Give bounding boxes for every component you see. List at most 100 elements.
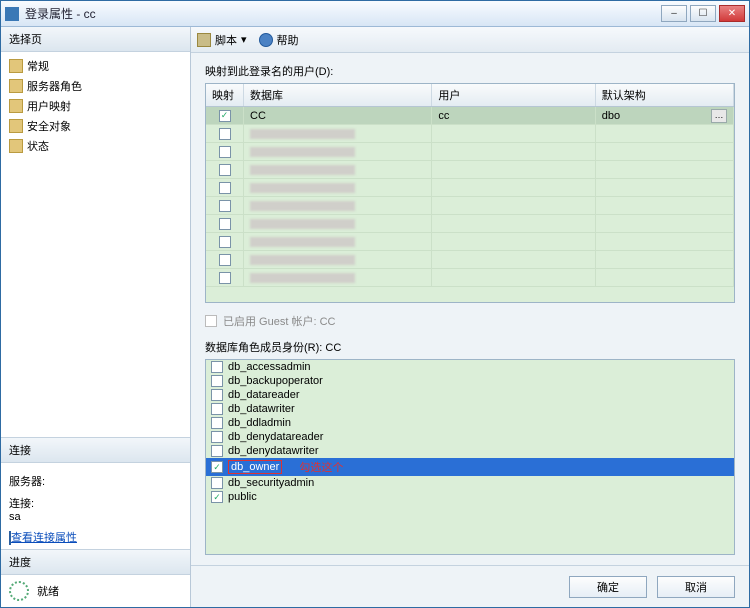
window-title: 登录属性 - cc [25,5,661,22]
role-name: db_denydatawriter [228,445,319,457]
help-button[interactable]: 帮助 [259,32,299,48]
map-checkbox[interactable]: ✓ [219,110,231,122]
map-checkbox[interactable] [219,200,231,212]
guest-row: 已启用 Guest 帐户: CC [205,313,735,329]
role-checkbox[interactable] [211,403,223,415]
sidebar-item-label: 安全对象 [27,118,71,134]
role-checkbox[interactable] [211,445,223,457]
cancel-button[interactable]: 取消 [657,576,735,598]
role-name: db_datareader [228,389,300,401]
conn-label: 连接: [9,495,182,511]
role-row[interactable]: db_ddladmin [206,416,734,430]
conn-value: sa [9,511,182,523]
sidebar-item[interactable]: 状态 [3,136,188,156]
footer: 确定 取消 [191,565,749,607]
page-icon [9,99,23,113]
role-row[interactable]: db_securityadmin [206,476,734,490]
map-checkbox[interactable] [219,218,231,230]
sidebar-item[interactable]: 常规 [3,56,188,76]
select-page-header: 选择页 [1,27,190,52]
map-checkbox[interactable] [219,146,231,158]
role-row[interactable]: db_accessadmin [206,360,734,374]
table-row[interactable] [206,233,734,251]
role-checkbox[interactable] [211,477,223,489]
role-row[interactable]: ✓db_owner勾选这个 [206,458,734,476]
main-panel: 脚本 ▾ 帮助 映射到此登录名的用户(D): 映射 数据库 用户 [191,27,749,607]
page-icon [9,79,23,93]
role-checkbox[interactable] [211,375,223,387]
col-schema[interactable]: 默认架构 [596,84,734,106]
sidebar-item-label: 服务器角色 [27,78,82,94]
toolbar: 脚本 ▾ 帮助 [191,27,749,53]
sidebar-item-label: 常规 [27,58,49,74]
server-label: 服务器: [9,473,182,489]
schema-browse-button[interactable]: … [711,109,727,123]
ok-button[interactable]: 确定 [569,576,647,598]
table-row[interactable] [206,143,734,161]
script-button[interactable]: 脚本 ▾ [197,32,247,48]
help-icon [259,33,273,47]
role-name: db_securityadmin [228,477,314,489]
page-icon [9,59,23,73]
sidebar-item[interactable]: 服务器角色 [3,76,188,96]
table-row[interactable] [206,215,734,233]
sidebar-item[interactable]: 用户映射 [3,96,188,116]
col-map[interactable]: 映射 [206,84,244,106]
sidebar-item-label: 状态 [27,138,49,154]
map-checkbox[interactable] [219,272,231,284]
map-checkbox[interactable] [219,128,231,140]
page-icon [9,139,23,153]
role-row[interactable]: db_datareader [206,388,734,402]
map-checkbox[interactable] [219,254,231,266]
view-conn-props-link[interactable]: 查看连接属性 [11,532,77,544]
role-checkbox[interactable] [211,417,223,429]
role-row[interactable]: db_backupoperator [206,374,734,388]
roles-list[interactable]: db_accessadmindb_backupoperator db_datare… [205,359,735,555]
col-user[interactable]: 用户 [432,84,595,106]
role-name: db_backupoperator [228,375,323,387]
progress-spinner-icon [9,581,29,601]
role-checkbox[interactable] [211,431,223,443]
role-checkbox[interactable]: ✓ [211,491,223,503]
mapping-label: 映射到此登录名的用户(D): [205,63,735,79]
map-checkbox[interactable] [219,182,231,194]
role-name: public [228,491,257,503]
role-name: db_datawriter [228,403,295,415]
progress-header: 进度 [1,550,190,575]
role-row[interactable]: db_denydatareader [206,430,734,444]
guest-checkbox [205,315,217,327]
mapping-grid[interactable]: 映射 数据库 用户 默认架构 ✓CCccdbo… [205,83,735,303]
map-checkbox[interactable] [219,236,231,248]
table-row[interactable] [206,179,734,197]
map-checkbox[interactable] [219,164,231,176]
role-name: db_ddladmin [228,417,291,429]
role-row[interactable]: db_denydatawriter [206,444,734,458]
table-row[interactable] [206,251,734,269]
guest-label: 已启用 Guest 帐户: CC [223,313,335,329]
table-row[interactable] [206,269,734,287]
close-button[interactable]: ✕ [719,5,745,22]
role-row[interactable]: db_datawriter [206,402,734,416]
nav-list: 常规服务器角色用户映射安全对象状态 [1,52,190,437]
table-row[interactable] [206,125,734,143]
titlebar[interactable]: 登录属性 - cc – ☐ ✕ [1,1,749,27]
roles-label: 数据库角色成员身份(R): CC [205,339,735,355]
table-row[interactable] [206,197,734,215]
role-name: db_denydatareader [228,431,323,443]
role-checkbox[interactable] [211,389,223,401]
role-checkbox[interactable] [211,361,223,373]
dialog-window: 登录属性 - cc – ☐ ✕ 选择页 常规服务器角色用户映射安全对象状态 连接… [0,0,750,608]
sidebar-item[interactable]: 安全对象 [3,116,188,136]
role-checkbox[interactable]: ✓ [211,461,223,473]
table-row[interactable]: ✓CCccdbo… [206,107,734,125]
col-db[interactable]: 数据库 [244,84,432,106]
role-row[interactable]: ✓ public [206,490,734,504]
app-icon [5,7,19,21]
sidebar: 选择页 常规服务器角色用户映射安全对象状态 连接 服务器: 连接: sa 查看连… [1,27,191,607]
minimize-button[interactable]: – [661,5,687,22]
table-row[interactable] [206,161,734,179]
script-icon [197,33,211,47]
maximize-button[interactable]: ☐ [690,5,716,22]
sidebar-item-label: 用户映射 [27,98,71,114]
progress-status: 就绪 [37,583,59,599]
